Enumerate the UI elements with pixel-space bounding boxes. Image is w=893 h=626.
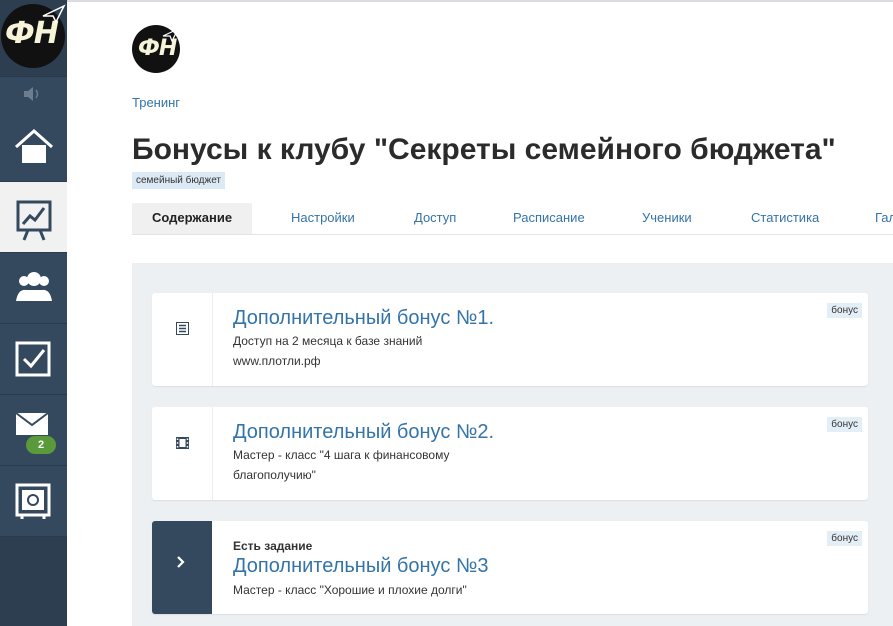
lesson-title[interactable]: Дополнительный бонус №1. [233,307,494,330]
lesson-description-line1: Мастер - класс "Хорошие и плохие долги" [233,583,467,597]
breadcrumb[interactable]: Тренинг [132,95,180,110]
lesson-description-line2: благополучию" [233,468,316,482]
messages-count-badge: 2 [26,436,56,454]
sidebar-item-messages[interactable] [0,395,67,466]
sidebar-logo[interactable]: ФН [0,0,67,76]
lesson-card[interactable]: Дополнительный бонус №1. Доступ на 2 мес… [152,293,868,386]
home-icon [15,128,53,163]
lesson-title[interactable]: Дополнительный бонус №2. [233,421,494,444]
lesson-badge: бонус [827,531,862,546]
tab-schedule[interactable]: Расписание [513,203,585,234]
lesson-icon-column[interactable] [152,521,212,614]
sidebar: ФН 2 [0,0,67,626]
sound-toggle[interactable] [0,76,67,112]
lesson-icon-column [152,293,213,386]
lesson-description-line1: Доступ на 2 месяца к базе знаний [233,334,423,348]
sidebar-item-home[interactable] [0,111,67,182]
tab-content[interactable]: Содержание [132,203,253,234]
lesson-description-line1: Мастер - класс "4 шага к финансовому [233,448,450,462]
page-title: Бонусы к клубу "Секреты семейного бюджет… [132,133,836,166]
tab-bar: Содержание Настройки Доступ Расписание У… [132,203,893,235]
film-icon [176,437,189,449]
lesson-card[interactable]: Дополнительный бонус №2. Мастер - класс … [152,407,868,500]
paper-plane-icon [42,4,66,24]
sidebar-item-training[interactable] [0,182,67,253]
lesson-icon-column [152,407,213,500]
tab-students[interactable]: Ученики [642,203,692,234]
lesson-card[interactable]: Есть задание Дополнительный бонус №3 Мас… [152,521,868,614]
sidebar-item-safe[interactable] [0,466,67,537]
top-border [0,0,893,2]
chart-board-icon [16,200,52,241]
users-icon [16,272,52,301]
lesson-badge: бонус [827,417,862,432]
paper-plane-icon [162,27,180,43]
tab-statistics[interactable]: Статистика [751,203,819,234]
lesson-description-line2: www.плотли.рф [233,354,321,368]
tab-gallery[interactable]: Гал [875,203,893,234]
course-logo: ФН [132,25,180,73]
sidebar-item-tasks[interactable] [0,324,67,395]
sidebar-item-users[interactable] [0,253,67,324]
checkbox-icon [15,341,51,377]
list-icon [176,322,189,335]
task-indicator: Есть задание [233,539,313,553]
speaker-icon [24,87,39,101]
safe-icon [15,483,51,519]
chevron-right-icon [177,556,185,568]
tab-settings[interactable]: Настройки [291,203,355,234]
tab-access[interactable]: Доступ [414,203,456,234]
lesson-title[interactable]: Дополнительный бонус №3 [233,555,488,578]
tag-badge[interactable]: семейный бюджет [132,172,225,189]
lesson-badge: бонус [827,303,862,318]
